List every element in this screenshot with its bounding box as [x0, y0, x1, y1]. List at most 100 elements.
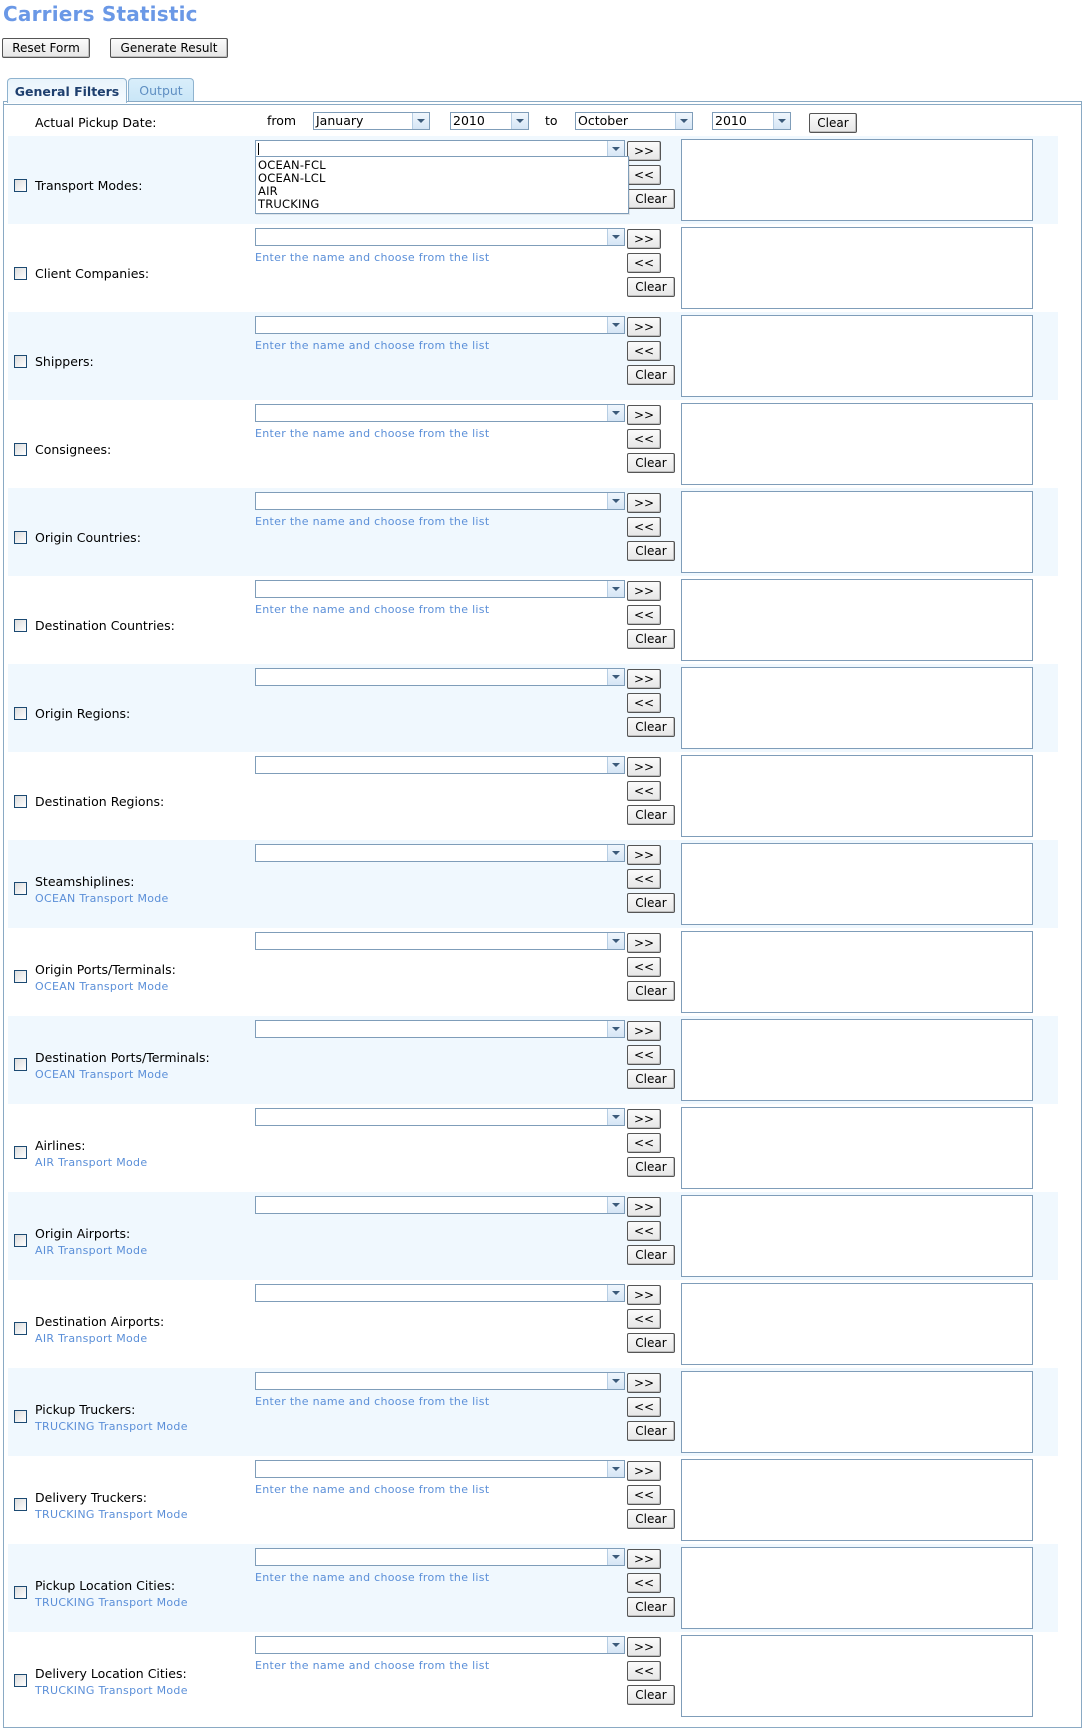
filter-combo-input[interactable] — [255, 1108, 625, 1126]
filter-combo-input[interactable] — [255, 492, 625, 510]
remove-selection-button[interactable]: << — [627, 1045, 661, 1065]
selected-items-listbox[interactable] — [681, 1635, 1033, 1717]
remove-selection-button[interactable]: << — [627, 1221, 661, 1241]
from-year-select[interactable]: 2010 — [450, 112, 529, 130]
clear-selection-button[interactable]: Clear — [627, 1157, 675, 1177]
clear-selection-button[interactable]: Clear — [627, 893, 675, 913]
selected-items-listbox[interactable] — [681, 1195, 1033, 1277]
remove-selection-button[interactable]: << — [627, 165, 661, 185]
clear-selection-button[interactable]: Clear — [627, 189, 675, 209]
remove-selection-button[interactable]: << — [627, 1485, 661, 1505]
chevron-down-icon[interactable] — [607, 845, 624, 861]
selected-items-listbox[interactable] — [681, 843, 1033, 925]
selected-items-listbox[interactable] — [681, 667, 1033, 749]
remove-selection-button[interactable]: << — [627, 253, 661, 273]
filter-checkbox[interactable] — [14, 443, 27, 456]
clear-selection-button[interactable]: Clear — [627, 1421, 675, 1441]
selected-items-listbox[interactable] — [681, 491, 1033, 573]
filter-checkbox[interactable] — [14, 619, 27, 632]
chevron-down-icon[interactable] — [607, 1461, 624, 1477]
chevron-down-icon[interactable] — [607, 1285, 624, 1301]
remove-selection-button[interactable]: << — [627, 1661, 661, 1681]
add-selection-button[interactable]: >> — [627, 229, 661, 249]
filter-checkbox[interactable] — [14, 1146, 27, 1159]
filter-checkbox[interactable] — [14, 179, 27, 192]
chevron-down-icon[interactable] — [607, 493, 624, 509]
dropdown-option[interactable]: TRUCKING — [256, 198, 628, 211]
clear-selection-button[interactable]: Clear — [627, 1245, 675, 1265]
add-selection-button[interactable]: >> — [627, 581, 661, 601]
add-selection-button[interactable]: >> — [627, 317, 661, 337]
chevron-down-icon[interactable] — [607, 1637, 624, 1653]
filter-combo-input[interactable] — [255, 1548, 625, 1566]
chevron-down-icon[interactable] — [607, 669, 624, 685]
selected-items-listbox[interactable] — [681, 931, 1033, 1013]
add-selection-button[interactable]: >> — [627, 669, 661, 689]
selected-items-listbox[interactable] — [681, 1547, 1033, 1629]
filter-combo-input[interactable] — [255, 1020, 625, 1038]
filter-combo-input[interactable] — [255, 668, 625, 686]
remove-selection-button[interactable]: << — [627, 957, 661, 977]
filter-combo-input[interactable] — [255, 844, 625, 862]
add-selection-button[interactable]: >> — [627, 1285, 661, 1305]
chevron-down-icon[interactable] — [607, 757, 624, 773]
clear-selection-button[interactable]: Clear — [627, 629, 675, 649]
selected-items-listbox[interactable] — [681, 315, 1033, 397]
chevron-down-icon[interactable] — [607, 1021, 624, 1037]
clear-selection-button[interactable]: Clear — [627, 1333, 675, 1353]
filter-checkbox[interactable] — [14, 1234, 27, 1247]
clear-selection-button[interactable]: Clear — [627, 717, 675, 737]
clear-selection-button[interactable]: Clear — [627, 1069, 675, 1089]
add-selection-button[interactable]: >> — [627, 1197, 661, 1217]
filter-checkbox[interactable] — [14, 970, 27, 983]
selected-items-listbox[interactable] — [681, 1371, 1033, 1453]
filter-combo-input[interactable] — [255, 756, 625, 774]
filter-combo-input[interactable] — [255, 1284, 625, 1302]
chevron-down-icon[interactable] — [607, 1109, 624, 1125]
to-year-select[interactable]: 2010 — [712, 112, 791, 130]
clear-selection-button[interactable]: Clear — [627, 805, 675, 825]
filter-checkbox[interactable] — [14, 355, 27, 368]
chevron-down-icon[interactable] — [607, 581, 624, 597]
filter-combo-input[interactable] — [255, 1372, 625, 1390]
date-clear-button[interactable]: Clear — [809, 113, 857, 133]
selected-items-listbox[interactable] — [681, 227, 1033, 309]
add-selection-button[interactable]: >> — [627, 1461, 661, 1481]
remove-selection-button[interactable]: << — [627, 1573, 661, 1593]
chevron-down-icon[interactable] — [607, 933, 624, 949]
remove-selection-button[interactable]: << — [627, 781, 661, 801]
clear-selection-button[interactable]: Clear — [627, 1597, 675, 1617]
dropdown-option[interactable]: OCEAN-LCL — [256, 172, 628, 185]
add-selection-button[interactable]: >> — [627, 933, 661, 953]
remove-selection-button[interactable]: << — [627, 1133, 661, 1153]
add-selection-button[interactable]: >> — [627, 1549, 661, 1569]
remove-selection-button[interactable]: << — [627, 1397, 661, 1417]
remove-selection-button[interactable]: << — [627, 517, 661, 537]
add-selection-button[interactable]: >> — [627, 493, 661, 513]
filter-checkbox[interactable] — [14, 1322, 27, 1335]
filter-combo-input[interactable] — [255, 1460, 625, 1478]
add-selection-button[interactable]: >> — [627, 1637, 661, 1657]
filter-checkbox[interactable] — [14, 707, 27, 720]
add-selection-button[interactable]: >> — [627, 1021, 661, 1041]
filter-combo-input[interactable] — [255, 580, 625, 598]
filter-checkbox[interactable] — [14, 1058, 27, 1071]
filter-checkbox[interactable] — [14, 1674, 27, 1687]
chevron-down-icon[interactable] — [607, 317, 624, 333]
chevron-down-icon[interactable] — [675, 113, 692, 129]
add-selection-button[interactable]: >> — [627, 1109, 661, 1129]
clear-selection-button[interactable]: Clear — [627, 1685, 675, 1705]
add-selection-button[interactable]: >> — [627, 845, 661, 865]
remove-selection-button[interactable]: << — [627, 605, 661, 625]
remove-selection-button[interactable]: << — [627, 869, 661, 889]
filter-checkbox[interactable] — [14, 1410, 27, 1423]
chevron-down-icon[interactable] — [607, 141, 624, 157]
clear-selection-button[interactable]: Clear — [627, 981, 675, 1001]
remove-selection-button[interactable]: << — [627, 1309, 661, 1329]
add-selection-button[interactable]: >> — [627, 757, 661, 777]
tab-output[interactable]: Output — [128, 78, 194, 102]
selected-items-listbox[interactable] — [681, 755, 1033, 837]
selected-items-listbox[interactable] — [681, 1283, 1033, 1365]
filter-combo-input[interactable] — [255, 404, 625, 422]
generate-result-button[interactable]: Generate Result — [110, 38, 228, 58]
